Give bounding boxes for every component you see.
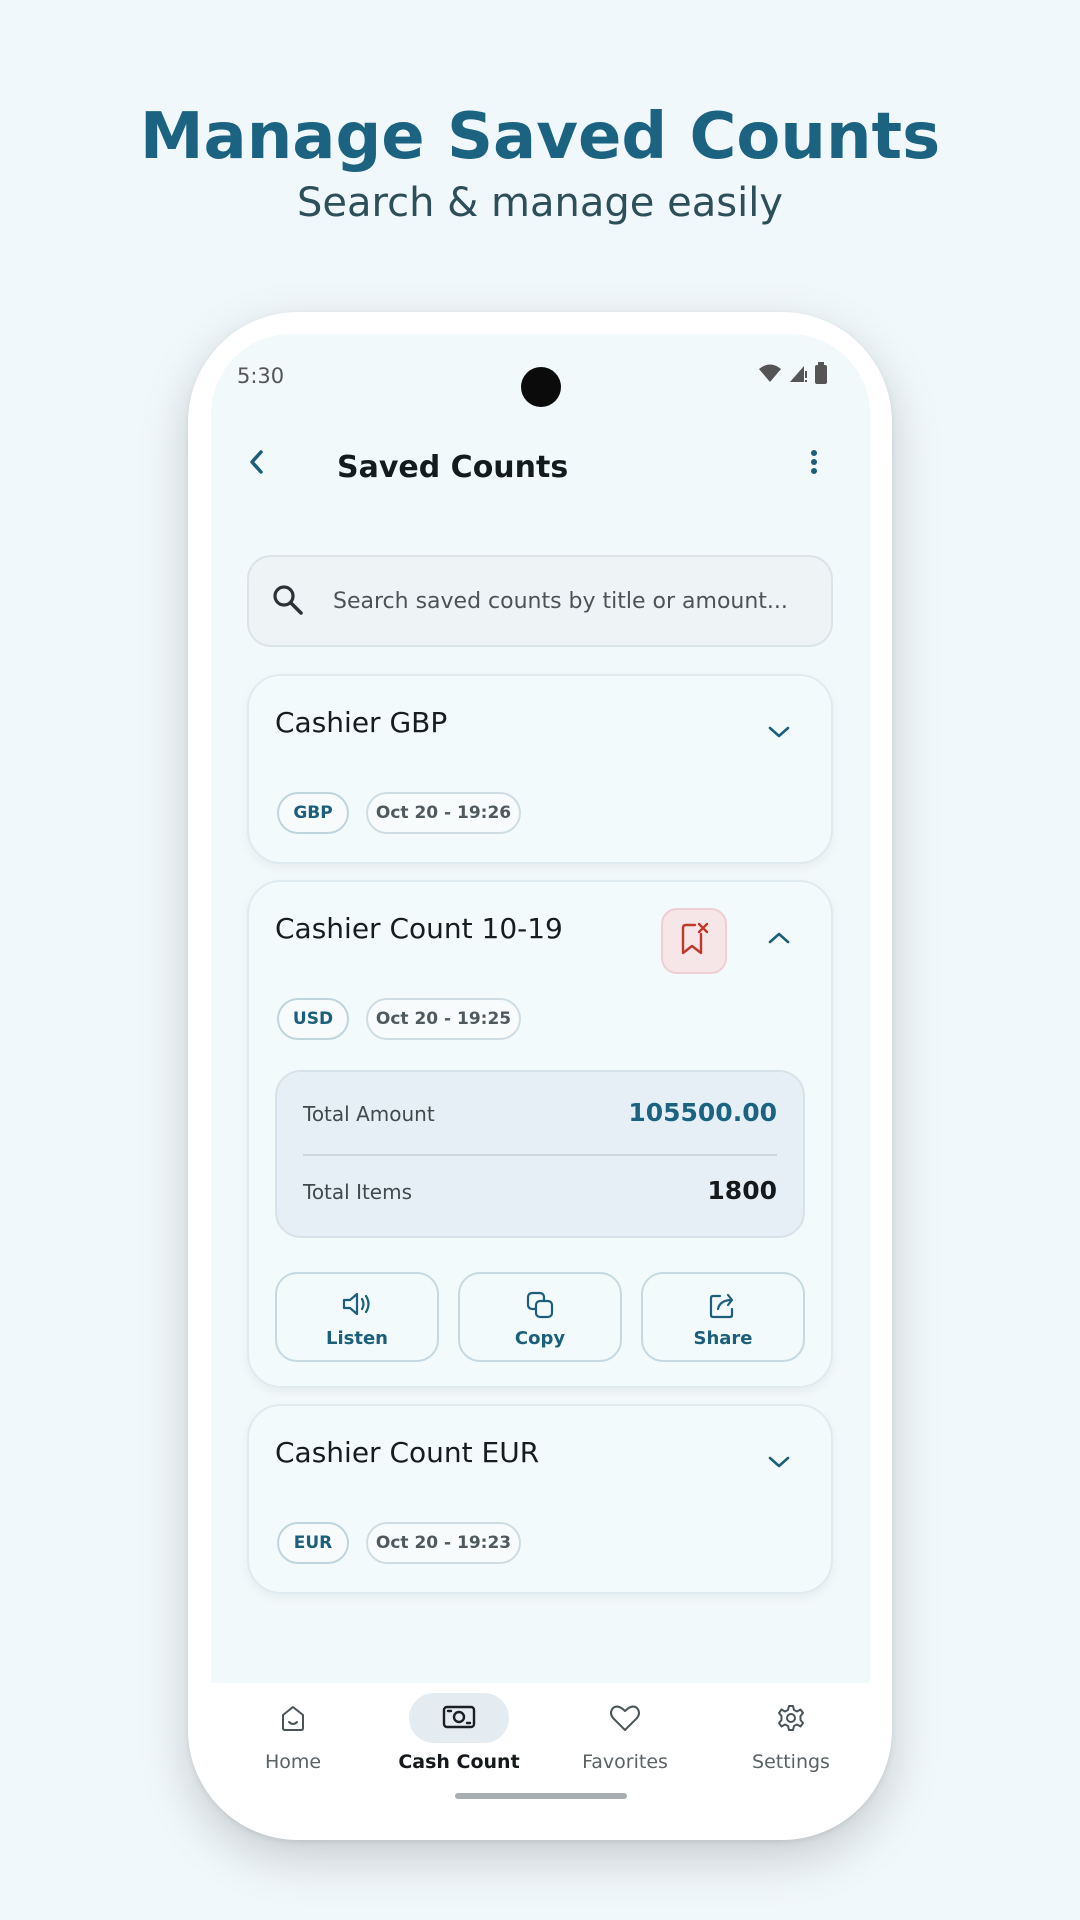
status-icons (758, 362, 828, 388)
nav-item-home[interactable]: Home (211, 1683, 375, 1793)
chevron-left-icon (247, 448, 267, 480)
copy-label: Copy (514, 1328, 566, 1349)
copy-button[interactable]: Copy (458, 1272, 622, 1362)
back-button[interactable] (237, 444, 277, 484)
nav-item-settings[interactable]: Settings (709, 1683, 870, 1793)
saved-count-card[interactable]: Cashier GBP GBP Oct 20 - 19:26 (247, 674, 833, 864)
signal-icon (788, 363, 808, 387)
count-title: Cashier Count EUR (275, 1436, 540, 1469)
wifi-icon (758, 363, 782, 387)
battery-icon (814, 362, 828, 388)
total-amount-label: Total Amount (303, 1102, 435, 1126)
saved-count-card-expanded[interactable]: Cashier Count 10-19 USD Oct 20 - 19:25 T… (247, 880, 833, 1388)
search-placeholder: Search saved counts by title or amount..… (333, 589, 788, 614)
phone-screen: 5:30 Saved Counts Search saved counts by… (211, 334, 870, 1818)
date-badge: Oct 20 - 19:23 (366, 1522, 521, 1564)
totals-panel: Total Amount 105500.00 Total Items 1800 (275, 1070, 805, 1238)
camera-cutout (521, 367, 561, 407)
page-title: Saved Counts (337, 450, 569, 485)
nav-label-cash-count: Cash Count (398, 1751, 520, 1773)
date-badge: Oct 20 - 19:26 (366, 792, 521, 834)
status-time: 5:30 (237, 364, 285, 388)
nav-label-settings: Settings (752, 1751, 830, 1773)
nav-label-home: Home (264, 1751, 322, 1773)
remove-bookmark-button[interactable] (661, 908, 727, 974)
date-badge: Oct 20 - 19:25 (366, 998, 521, 1040)
home-icon (211, 1703, 375, 1733)
chevron-up-icon[interactable] (767, 930, 791, 950)
chevron-down-icon[interactable] (767, 1454, 791, 1474)
promo-title: Manage Saved Counts (139, 100, 941, 174)
total-amount-value: 105500.00 (628, 1098, 777, 1127)
total-items-label: Total Items (303, 1180, 413, 1204)
promo-subtitle: Search & manage easily (297, 180, 783, 226)
currency-badge: EUR (277, 1522, 349, 1564)
count-title: Cashier GBP (275, 706, 448, 739)
share-button[interactable]: Share (641, 1272, 805, 1362)
banknote-icon (377, 1703, 541, 1731)
nav-item-favorites[interactable]: Favorites (543, 1683, 707, 1793)
currency-badge: GBP (277, 792, 349, 834)
heart-icon (543, 1703, 707, 1733)
speaker-icon (277, 1290, 437, 1318)
more-options-button[interactable] (794, 444, 834, 484)
currency-badge: USD (277, 998, 349, 1040)
saved-count-card[interactable]: Cashier Count EUR EUR Oct 20 - 19:23 (247, 1404, 833, 1594)
share-icon (643, 1290, 803, 1320)
listen-label: Listen (326, 1328, 388, 1349)
search-icon (271, 583, 305, 621)
bookmark-remove-icon (678, 922, 710, 960)
nav-item-cash-count[interactable]: Cash Count (377, 1683, 541, 1793)
search-input[interactable]: Search saved counts by title or amount..… (247, 555, 833, 647)
more-vertical-icon (810, 449, 818, 479)
share-label: Share (693, 1328, 753, 1349)
count-title: Cashier Count 10-19 (275, 912, 563, 945)
nav-label-favorites: Favorites (582, 1751, 668, 1773)
total-items-value: 1800 (707, 1176, 777, 1205)
copy-icon (460, 1290, 620, 1320)
listen-button[interactable]: Listen (275, 1272, 439, 1362)
gear-icon (709, 1703, 870, 1733)
divider (303, 1154, 777, 1156)
chevron-down-icon[interactable] (767, 724, 791, 744)
home-indicator[interactable] (455, 1793, 627, 1799)
